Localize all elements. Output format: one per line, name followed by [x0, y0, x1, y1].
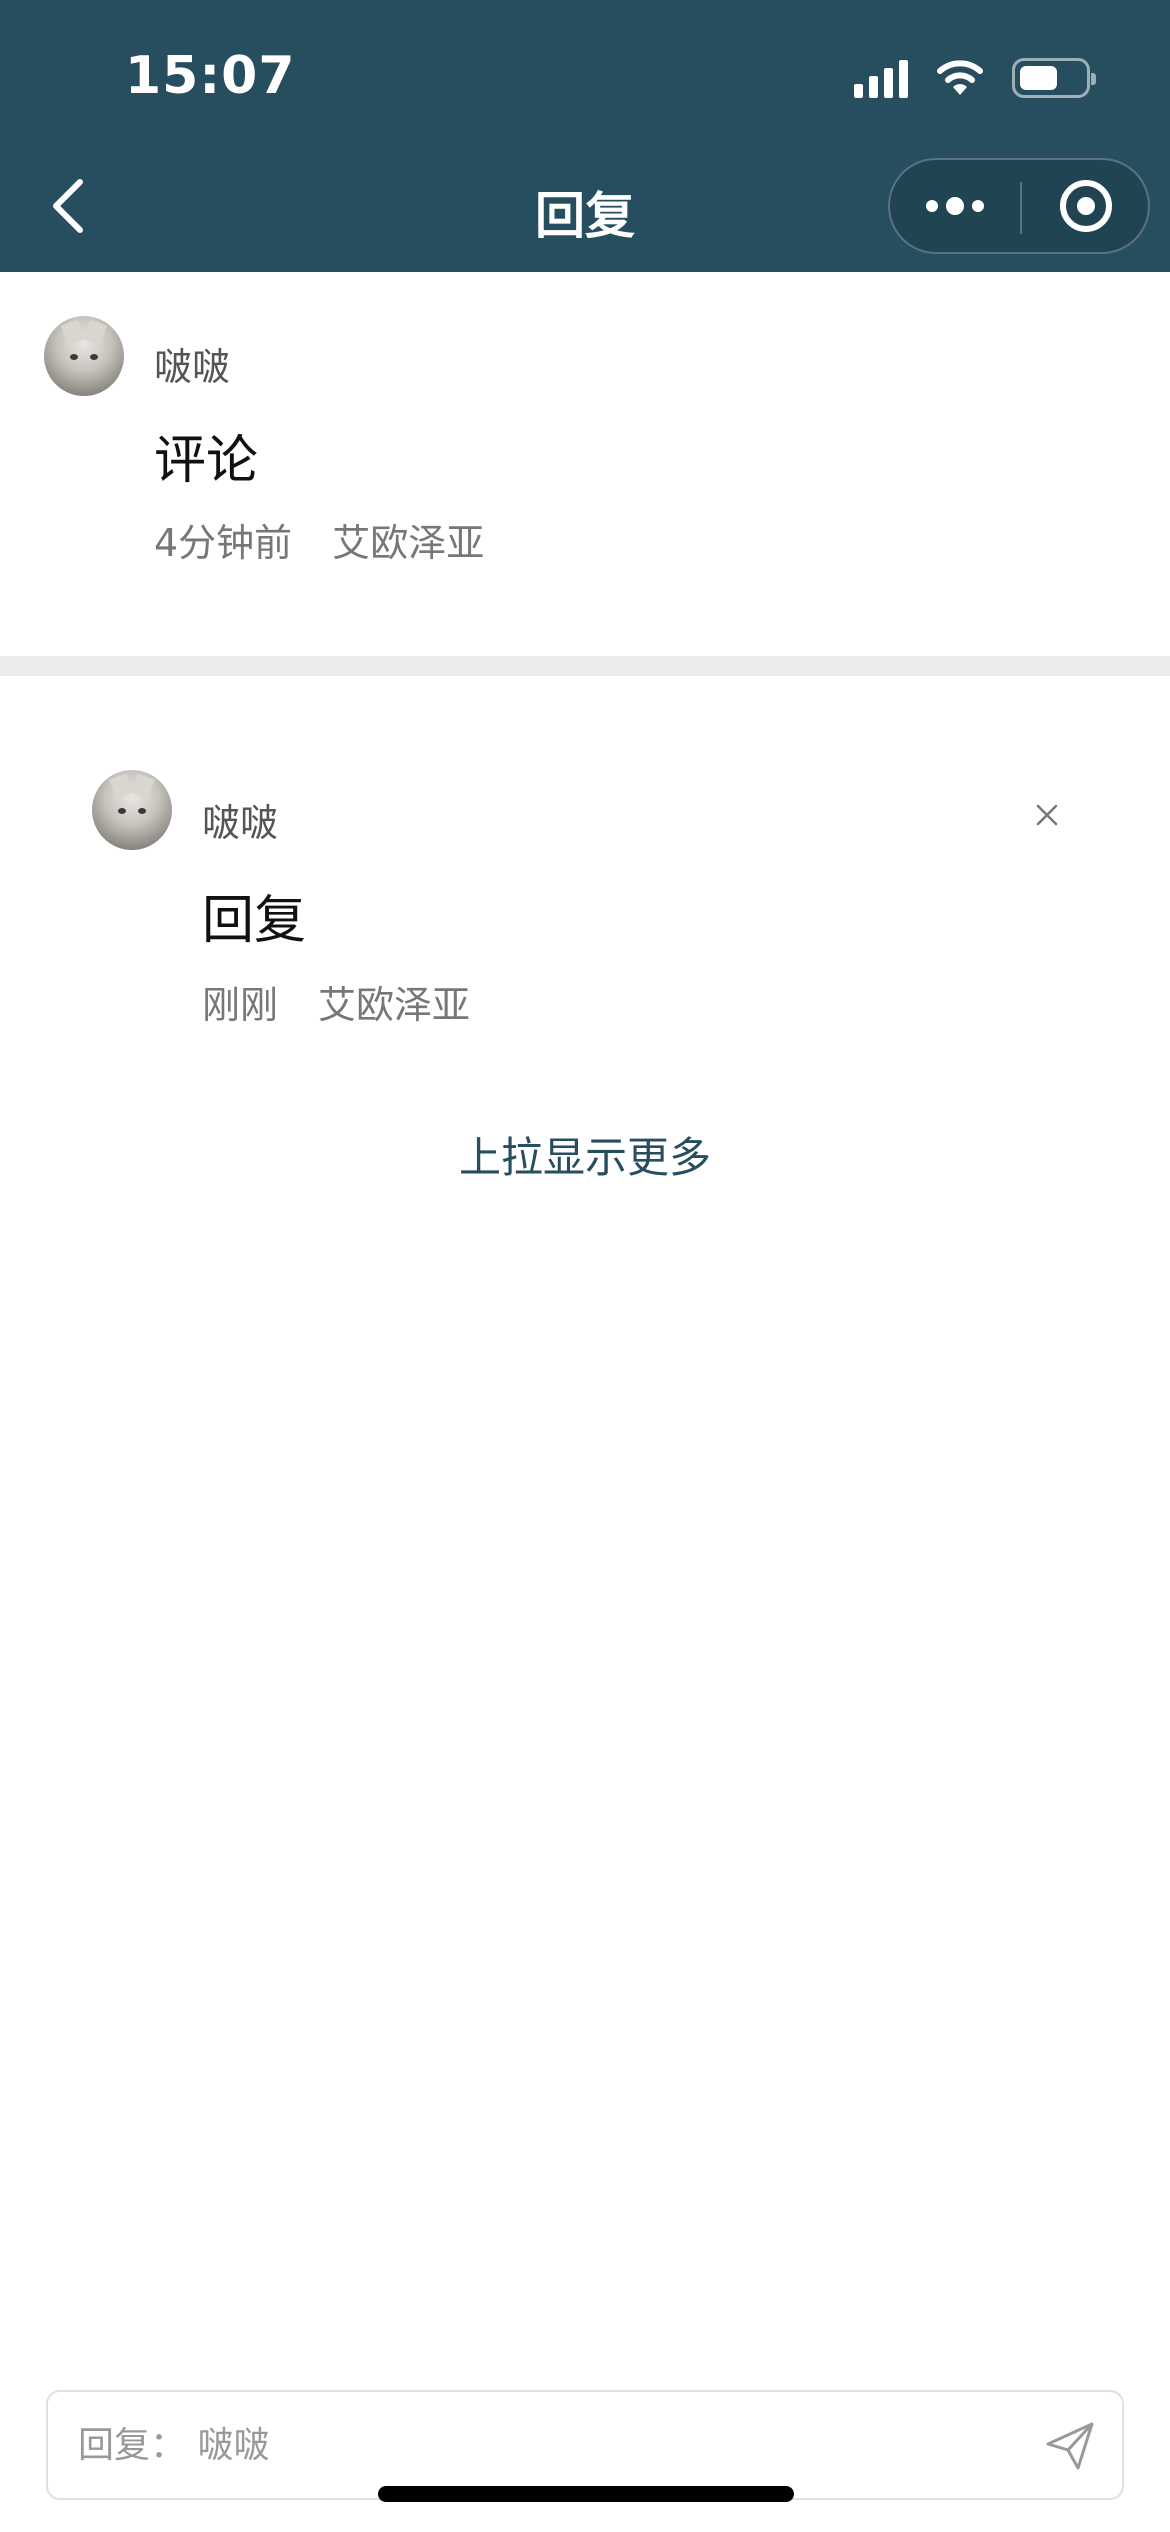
- close-icon[interactable]: [1032, 800, 1062, 830]
- reply-meta: 刚刚 艾欧泽亚: [202, 974, 470, 1029]
- reply-input-bar: [46, 2390, 1124, 2500]
- target-icon: [1060, 180, 1112, 232]
- load-more-hint: 上拉显示更多: [458, 1133, 711, 1182]
- avatar[interactable]: [92, 770, 172, 850]
- reply-location: 艾欧泽亚: [318, 983, 471, 1027]
- reply-text: 回复: [202, 891, 307, 951]
- more-options-button[interactable]: [890, 160, 1020, 252]
- status-time: 15:07: [125, 46, 296, 106]
- avatar[interactable]: [44, 316, 124, 396]
- reply-input[interactable]: [78, 2392, 978, 2498]
- cellular-signal-icon: [854, 58, 908, 98]
- section-divider: [0, 656, 1170, 676]
- battery-icon: [1012, 58, 1096, 98]
- mini-program-capsule: [888, 158, 1150, 254]
- comment-time: 4分钟前: [154, 521, 293, 565]
- reply-author[interactable]: 啵啵: [202, 792, 278, 847]
- wifi-icon: [937, 60, 983, 95]
- comment-author[interactable]: 啵啵: [154, 336, 230, 391]
- comment-location: 艾欧泽亚: [332, 521, 485, 565]
- nav-header: 15:07 回复: [0, 0, 1170, 272]
- comment-text: 评论: [154, 431, 259, 491]
- status-icons: [854, 56, 1096, 100]
- reply-time: 刚刚: [202, 983, 279, 1027]
- close-mini-program-button[interactable]: [1022, 160, 1150, 252]
- send-icon[interactable]: [1040, 2416, 1100, 2476]
- comment-meta: 4分钟前 艾欧泽亚: [154, 512, 484, 567]
- home-indicator: [378, 2486, 794, 2502]
